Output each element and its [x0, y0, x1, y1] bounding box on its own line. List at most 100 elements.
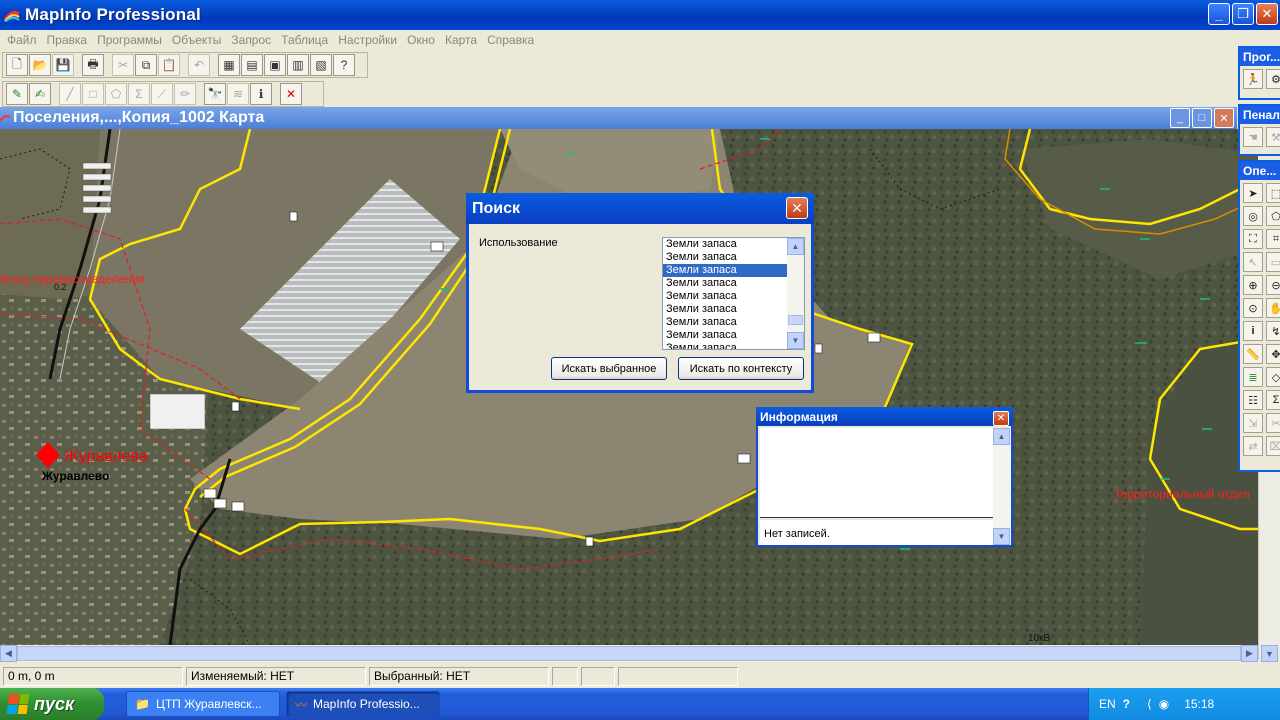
- close-button[interactable]: ✕: [1256, 3, 1278, 25]
- zoom-in-icon[interactable]: ⊕: [1243, 275, 1263, 295]
- network-tray-icon[interactable]: ◉: [1159, 697, 1169, 711]
- new-layout-icon[interactable]: ▥: [287, 54, 309, 76]
- line-tool-icon[interactable]: ╱: [59, 83, 81, 105]
- language-indicator[interactable]: EN: [1099, 697, 1116, 711]
- info-icon[interactable]: i: [1243, 321, 1263, 341]
- polygon-tool-icon[interactable]: ⬠: [105, 83, 127, 105]
- map-vertical-scrollbar[interactable]: ▼: [1258, 472, 1280, 662]
- menu-map[interactable]: Карта: [440, 33, 482, 47]
- scroll-down-arrow-icon[interactable]: ▼: [1261, 645, 1278, 662]
- layer-control-icon[interactable]: ≣: [1243, 367, 1263, 387]
- map-minimize-button[interactable]: _: [1170, 108, 1190, 128]
- info-scroll-down-icon[interactable]: ▼: [993, 528, 1010, 545]
- list-scroll-thumb[interactable]: [788, 315, 803, 325]
- menu-query[interactable]: Запрос: [226, 33, 276, 47]
- info-tool-icon[interactable]: ℹ: [250, 83, 272, 105]
- menu-tools[interactable]: Программы: [92, 33, 167, 47]
- reshape-tool-icon[interactable]: ⟋: [151, 83, 173, 105]
- list-item[interactable]: Земли запаса: [663, 329, 787, 342]
- usage-listbox[interactable]: Земли запаса Земли запаса Земли запаса З…: [662, 237, 805, 350]
- list-item[interactable]: Земли запаса: [663, 277, 787, 290]
- search-by-context-button[interactable]: Искать по контексту: [678, 357, 804, 380]
- legend-icon[interactable]: ☷: [1243, 390, 1263, 410]
- scroll-right-arrow-icon[interactable]: ▶: [1241, 645, 1258, 662]
- layers-icon[interactable]: ≋: [227, 83, 249, 105]
- rectangle-tool-icon[interactable]: □: [82, 83, 104, 105]
- map-close-button[interactable]: ✕: [1214, 108, 1234, 128]
- list-item-selected[interactable]: Земли запаса: [663, 264, 787, 277]
- clip-icon[interactable]: ✂: [1266, 413, 1280, 433]
- list-scroll-down-icon[interactable]: ▼: [787, 332, 804, 349]
- info-window-scrollbar[interactable]: ▲ ▼: [993, 428, 1011, 545]
- tool-icon[interactable]: ⚙: [1266, 69, 1280, 89]
- unselect-icon[interactable]: ▭: [1266, 252, 1280, 272]
- cut-icon[interactable]: ✂: [112, 54, 134, 76]
- drag-map-icon[interactable]: ✥: [1266, 344, 1280, 364]
- start-button[interactable]: пуск: [0, 688, 104, 720]
- menu-window[interactable]: Окно: [402, 33, 440, 47]
- list-item[interactable]: Земли запаса: [663, 342, 787, 349]
- reshape-icon[interactable]: ◇: [1266, 367, 1280, 387]
- grabber-icon[interactable]: ✋: [1266, 298, 1280, 318]
- boundary-select-icon[interactable]: ⛶: [1243, 229, 1263, 249]
- list-item[interactable]: Земли запаса: [663, 303, 787, 316]
- save-icon[interactable]: 💾: [52, 54, 74, 76]
- info-scroll-up-icon[interactable]: ▲: [993, 428, 1010, 445]
- taskbar-item-folder[interactable]: 📁 ЦТП Журавлевск...: [126, 691, 280, 717]
- new-browser-icon[interactable]: ▦: [218, 54, 240, 76]
- zoom-out-icon[interactable]: ⊖: [1266, 275, 1280, 295]
- list-item[interactable]: Земли запаса: [663, 238, 787, 251]
- menu-file[interactable]: Файл: [2, 33, 42, 47]
- new-grapher-icon[interactable]: ▣: [264, 54, 286, 76]
- label-icon[interactable]: ⌗: [1266, 229, 1280, 249]
- taskbar-item-mapinfo[interactable]: 〰 MapInfo Professio...: [286, 691, 440, 717]
- hotlink-icon[interactable]: ↯: [1266, 321, 1280, 341]
- polygon-select-icon[interactable]: ⬠: [1266, 206, 1280, 226]
- new-mapper-icon[interactable]: ▤: [241, 54, 263, 76]
- find-binoculars-icon[interactable]: 🔭: [204, 83, 226, 105]
- scroll-left-arrow-icon[interactable]: ◀: [0, 645, 17, 662]
- print-icon[interactable]: 🖶: [82, 54, 104, 76]
- sum-tool-icon[interactable]: Σ: [128, 83, 150, 105]
- list-item[interactable]: Земли запаса: [663, 251, 787, 264]
- scale-icon[interactable]: ⇲: [1243, 413, 1263, 433]
- select-arrow-icon[interactable]: ➤: [1243, 183, 1263, 203]
- map-maximize-button[interactable]: □: [1192, 108, 1212, 128]
- minimize-button[interactable]: _: [1208, 3, 1230, 25]
- open-workspace-icon[interactable]: ✍: [29, 83, 51, 105]
- menu-options[interactable]: Настройки: [333, 33, 402, 47]
- open-folder-icon[interactable]: 📂: [29, 54, 51, 76]
- menu-edit[interactable]: Правка: [42, 33, 93, 47]
- copy-icon[interactable]: ⧉: [135, 54, 157, 76]
- set-clip-icon[interactable]: ⌧: [1266, 436, 1280, 456]
- new-file-icon[interactable]: 🗋: [6, 54, 28, 76]
- menu-help[interactable]: Справка: [482, 33, 539, 47]
- ruler-icon[interactable]: 📏: [1243, 344, 1263, 364]
- menu-table[interactable]: Таблица: [276, 33, 333, 47]
- runner-icon[interactable]: 🏃: [1243, 69, 1263, 89]
- map-horizontal-scrollbar[interactable]: ◀ ▶: [0, 645, 1258, 662]
- expand-tray-icon[interactable]: ⟨: [1147, 697, 1152, 711]
- paste-icon[interactable]: 📋: [158, 54, 180, 76]
- hand-icon[interactable]: ☚: [1243, 127, 1263, 147]
- search-selected-button[interactable]: Искать выбранное: [551, 357, 667, 380]
- open-table-icon[interactable]: ✎: [6, 83, 28, 105]
- select-icon[interactable]: ↖: [1243, 252, 1263, 272]
- info-window-close-button[interactable]: ✕: [993, 411, 1009, 426]
- list-item[interactable]: Земли запаса: [663, 316, 787, 329]
- redistrict-icon[interactable]: ▧: [310, 54, 332, 76]
- help-tray-icon[interactable]: ?: [1123, 697, 1130, 711]
- listbox-scrollbar[interactable]: ▲ ▼: [787, 238, 804, 349]
- change-view-icon[interactable]: ⊙: [1243, 298, 1263, 318]
- menu-objects[interactable]: Объекты: [167, 33, 227, 47]
- marquee-icon[interactable]: ⬚: [1266, 183, 1280, 203]
- pencil-tool-icon[interactable]: ✏: [174, 83, 196, 105]
- restore-button[interactable]: ❐: [1232, 3, 1254, 25]
- help-pointer-icon[interactable]: ?: [333, 54, 355, 76]
- search-dialog-close-button[interactable]: ✕: [786, 197, 808, 219]
- delete-icon[interactable]: ✕: [280, 83, 302, 105]
- radius-select-icon[interactable]: ◎: [1243, 206, 1263, 226]
- move-icon[interactable]: ⇄: [1243, 436, 1263, 456]
- list-item[interactable]: Земли запаса: [663, 290, 787, 303]
- scroll-thumb[interactable]: [17, 646, 1241, 661]
